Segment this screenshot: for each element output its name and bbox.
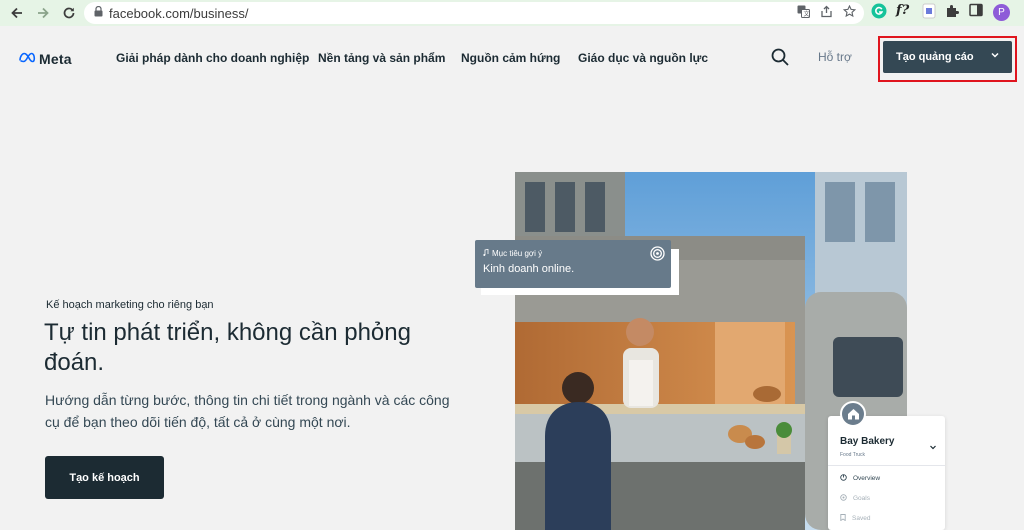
translate-icon[interactable]: 文 bbox=[797, 5, 810, 23]
business-name: Bay Bakery bbox=[840, 436, 895, 447]
target-icon bbox=[650, 246, 665, 266]
music-note-icon bbox=[483, 248, 489, 258]
back-icon[interactable] bbox=[6, 2, 28, 24]
support-link[interactable]: Hỗ trợ bbox=[818, 50, 852, 64]
biz-menu-overview: Overview bbox=[840, 474, 880, 483]
svg-text:文: 文 bbox=[804, 10, 810, 18]
business-category: Food Truck bbox=[840, 452, 866, 458]
grammarly-icon[interactable] bbox=[871, 3, 887, 19]
create-plan-button[interactable]: Tạo kế hoạch bbox=[45, 456, 164, 499]
business-profile-card: Bay Bakery Food Truck Overview Goals Sav… bbox=[828, 416, 945, 530]
biz-menu-goals: Goals bbox=[840, 494, 870, 503]
lock-icon bbox=[94, 4, 103, 22]
chevron-down-icon bbox=[929, 438, 937, 456]
share-icon[interactable] bbox=[820, 5, 833, 23]
biz-menu-saved: Saved bbox=[840, 514, 870, 523]
meta-infinity-icon bbox=[18, 50, 36, 68]
bakery-badge-icon bbox=[840, 401, 866, 427]
goal-card-label: Mục tiêu gợi ý bbox=[492, 249, 543, 258]
hero-headline: Tự tin phát triển, không cần phỏng đoán. bbox=[44, 319, 411, 376]
meta-logo-text: Meta bbox=[39, 51, 72, 67]
side-panel-icon[interactable] bbox=[969, 3, 983, 17]
formula-extension-icon[interactable]: f? bbox=[896, 3, 909, 18]
reload-icon[interactable] bbox=[58, 2, 80, 24]
puzzle-extensions-icon[interactable] bbox=[945, 3, 960, 18]
goals-icon bbox=[840, 494, 847, 503]
biz-menu-goals-label: Goals bbox=[853, 495, 870, 502]
nav-inspiration[interactable]: Nguồn cảm hứng bbox=[461, 51, 560, 65]
nav-business-solutions[interactable]: Giải pháp dành cho doanh nghiệp bbox=[116, 51, 309, 65]
meta-logo[interactable]: Meta bbox=[18, 50, 72, 68]
hero-description: Hướng dẫn từng bước, thông tin chi tiết … bbox=[45, 392, 450, 430]
bookmark-icon bbox=[840, 514, 846, 523]
profile-avatar[interactable]: P bbox=[993, 4, 1010, 21]
url-text: facebook.com/business/ bbox=[109, 5, 249, 21]
forward-icon[interactable] bbox=[32, 2, 54, 24]
site-header: Meta Giải pháp dành cho doanh nghiệp Nền… bbox=[0, 26, 1024, 88]
chevron-down-icon bbox=[990, 50, 1000, 63]
goal-card-value: Kinh doanh online. bbox=[483, 263, 575, 275]
goal-card-label-row: Mục tiêu gợi ý bbox=[483, 248, 543, 258]
extension-badge-icon[interactable] bbox=[922, 3, 936, 19]
create-ad-button[interactable]: Tạo quảng cáo bbox=[883, 41, 1012, 73]
nav-platforms-products[interactable]: Nền tảng và sản phẩm bbox=[318, 51, 445, 65]
hero-eyebrow: Kế hoạch marketing cho riêng bạn bbox=[46, 299, 214, 311]
biz-menu-saved-label: Saved bbox=[852, 515, 871, 522]
nav-education-resources[interactable]: Giáo dục và nguồn lực bbox=[578, 51, 708, 65]
search-icon[interactable] bbox=[770, 47, 790, 67]
biz-menu-overview-label: Overview bbox=[853, 475, 881, 482]
overview-icon bbox=[840, 474, 847, 483]
suggested-goal-card: Mục tiêu gợi ý Kinh doanh online. bbox=[475, 240, 671, 288]
card-divider bbox=[828, 465, 945, 466]
bookmark-star-icon[interactable] bbox=[842, 4, 857, 23]
address-bar[interactable]: facebook.com/business/ 文 bbox=[84, 2, 864, 24]
create-ad-label: Tạo quảng cáo bbox=[896, 51, 974, 63]
